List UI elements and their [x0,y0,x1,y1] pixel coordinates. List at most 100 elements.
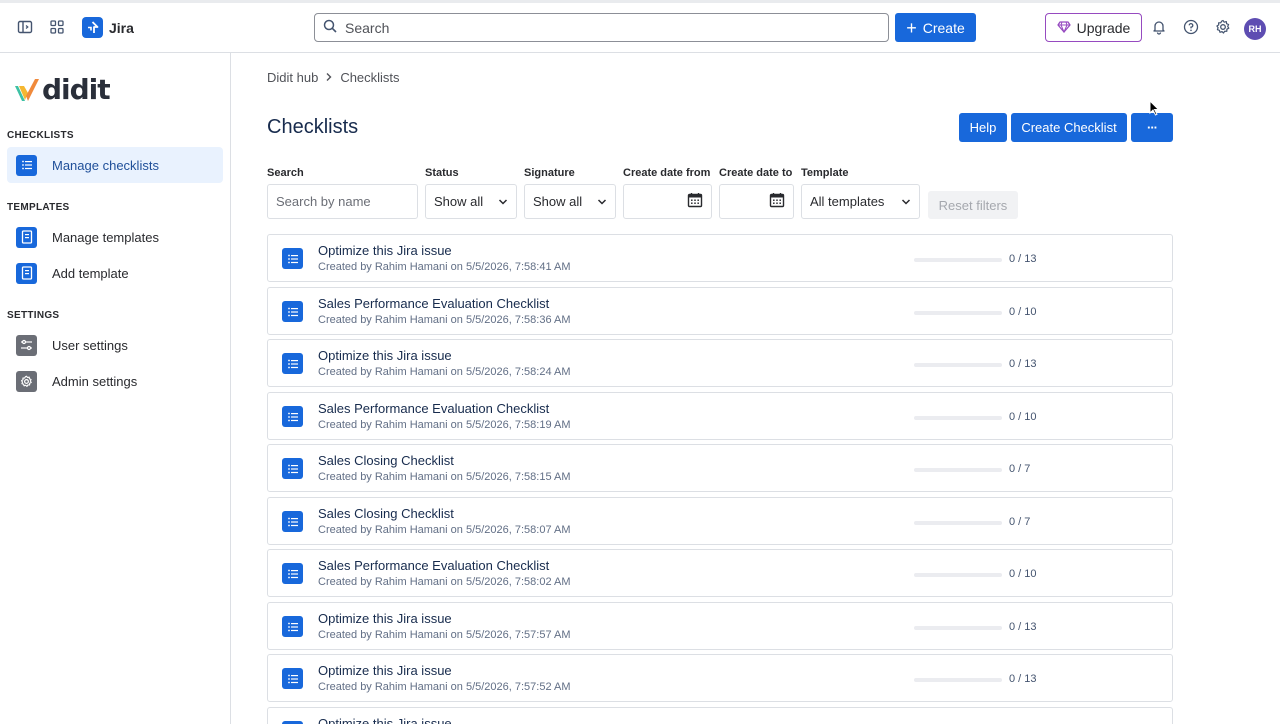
didit-logo: didit [14,73,111,106]
checklist-progress-count: 0 / 10 [1009,411,1037,423]
checklist-list-icon [282,511,303,532]
checklist-progress-bar [914,468,1002,472]
checklist-title[interactable]: Optimize this Jira issue [318,243,452,258]
section-heading-templates: TEMPLATES [7,202,70,213]
filter-label-template: Template [801,167,849,179]
checklist-title[interactable]: Sales Closing Checklist [318,506,454,521]
checklist-progress-count: 0 / 7 [1009,463,1031,475]
checklist-title[interactable]: Sales Closing Checklist [318,453,454,468]
search-input[interactable] [345,19,845,36]
checklist-title[interactable]: Sales Performance Evaluation Checklist [318,401,549,416]
create-button[interactable]: + Create [895,13,976,42]
plus-icon: + [906,17,917,38]
checklist-title[interactable]: Sales Performance Evaluation Checklist [318,558,549,573]
checklist-row[interactable]: Optimize this Jira issue Created by Rahim… [267,339,1173,387]
help-button[interactable]: Help [959,113,1007,142]
sidebar-item-manage-templates[interactable]: Manage templates [7,219,223,255]
checklist-row[interactable]: Sales Closing Checklist Created by Rahim … [267,497,1173,545]
didit-logo-icon [15,78,39,101]
checklist-created-info: Created by Rahim Hamani on 5/5/2026, 7:5… [318,524,571,536]
list-icon [16,154,37,176]
checklist-progress-count: 0 / 13 [1009,673,1037,685]
checklist-title[interactable]: Sales Performance Evaluation Checklist [318,296,549,311]
chevron-down-icon [597,194,607,209]
gem-icon [1056,20,1071,36]
signature-select[interactable]: Show all [524,184,616,219]
checklist-row[interactable]: Optimize this Jira issue Created by Rahim… [267,654,1173,702]
sidebar-item-label: User settings [52,337,128,353]
checklist-progress-bar [914,258,1002,262]
checklist-created-info: Created by Rahim Hamani on 5/5/2026, 7:5… [318,261,571,273]
search-by-name-input[interactable]: Search by name [267,184,418,219]
jira-logo-icon[interactable] [82,17,103,38]
checklist-list-icon [282,668,303,689]
page-title: Checklists [267,116,359,138]
checklist-title[interactable]: Optimize this Jira issue [318,716,452,724]
checklist-row[interactable]: Sales Performance Evaluation Checklist Cr… [267,287,1173,335]
filter-label-signature: Signature [524,167,575,179]
sidebar-item-label: Add template [52,265,129,281]
help-icon[interactable] [1181,17,1201,37]
document-icon [16,226,37,248]
search-icon [323,19,337,36]
sidebar-item-add-template[interactable]: Add template [7,255,223,291]
checklist-progress-count: 0 / 10 [1009,568,1037,580]
sidebar-toggle-icon[interactable] [15,17,35,37]
template-select[interactable]: All templates [801,184,920,219]
sidebar-item-manage-checklists[interactable]: Manage checklists [7,147,223,183]
filter-label-date-to: Create date to [719,167,793,179]
signature-select-value: Show all [533,194,583,209]
checklist-created-info: Created by Rahim Hamani on 5/5/2026, 7:5… [318,681,571,693]
filter-label-status: Status [425,167,459,179]
checklist-row[interactable]: Optimize this Jira issue Created by Rahim… [267,234,1173,282]
create-checklist-button[interactable]: Create Checklist [1011,113,1127,142]
notifications-bell-icon[interactable] [1149,17,1169,37]
calendar-icon[interactable] [687,192,703,211]
app-name[interactable]: Jira [109,20,134,36]
template-select-value: All templates [810,194,885,209]
checklist-row[interactable]: Sales Performance Evaluation Checklist Cr… [267,549,1173,597]
status-select-value: Show all [434,194,484,209]
checklist-list-icon [282,301,303,322]
checklist-title[interactable]: Optimize this Jira issue [318,611,452,626]
create-date-to-input[interactable] [719,184,794,219]
checklist-title[interactable]: Optimize this Jira issue [318,663,452,678]
sidebar-item-admin-settings[interactable]: Admin settings [7,363,223,399]
global-search[interactable] [314,13,889,42]
checklist-progress-count: 0 / 13 [1009,621,1037,633]
upgrade-button[interactable]: Upgrade [1045,13,1142,42]
checklist-created-info: Created by Rahim Hamani on 5/5/2026, 7:5… [318,366,571,378]
create-date-from-input[interactable] [623,184,712,219]
document-add-icon [16,262,37,284]
checklist-list-icon [282,563,303,584]
checklist-list-icon [282,248,303,269]
settings-gear-icon[interactable] [1213,17,1233,37]
checklist-title[interactable]: Optimize this Jira issue [318,348,452,363]
chevron-down-icon [901,194,911,209]
breadcrumb-current[interactable]: Checklists [340,70,399,85]
checklist-progress-bar [914,416,1002,420]
status-select[interactable]: Show all [425,184,517,219]
app-switcher-icon[interactable] [47,17,67,37]
sidebar-item-user-settings[interactable]: User settings [7,327,223,363]
breadcrumb: Didit hub Checklists [267,70,400,85]
checklist-progress-count: 0 / 7 [1009,516,1031,528]
chevron-right-icon [325,70,333,85]
sliders-icon [16,334,37,356]
didit-logo-text: didit [42,73,111,106]
breadcrumb-link-didit-hub[interactable]: Didit hub [267,70,318,85]
checklist-row[interactable]: Optimize this Jira issue [267,707,1173,724]
filter-label-date-from: Create date from [623,167,711,179]
checklist-progress-bar [914,311,1002,315]
checklist-list-icon [282,353,303,374]
checklist-row[interactable]: Sales Performance Evaluation Checklist Cr… [267,392,1173,440]
checklist-row[interactable]: Sales Closing Checklist Created by Rahim … [267,444,1173,492]
reset-filters-button[interactable]: Reset filters [928,191,1018,219]
checklist-row[interactable]: Optimize this Jira issue Created by Rahim… [267,602,1173,650]
checklist-progress-bar [914,521,1002,525]
sidebar-item-label: Manage templates [52,229,159,245]
gear-icon [16,370,37,392]
section-heading-settings: SETTINGS [7,310,60,321]
user-avatar[interactable]: RH [1244,18,1266,40]
calendar-icon[interactable] [769,192,785,211]
